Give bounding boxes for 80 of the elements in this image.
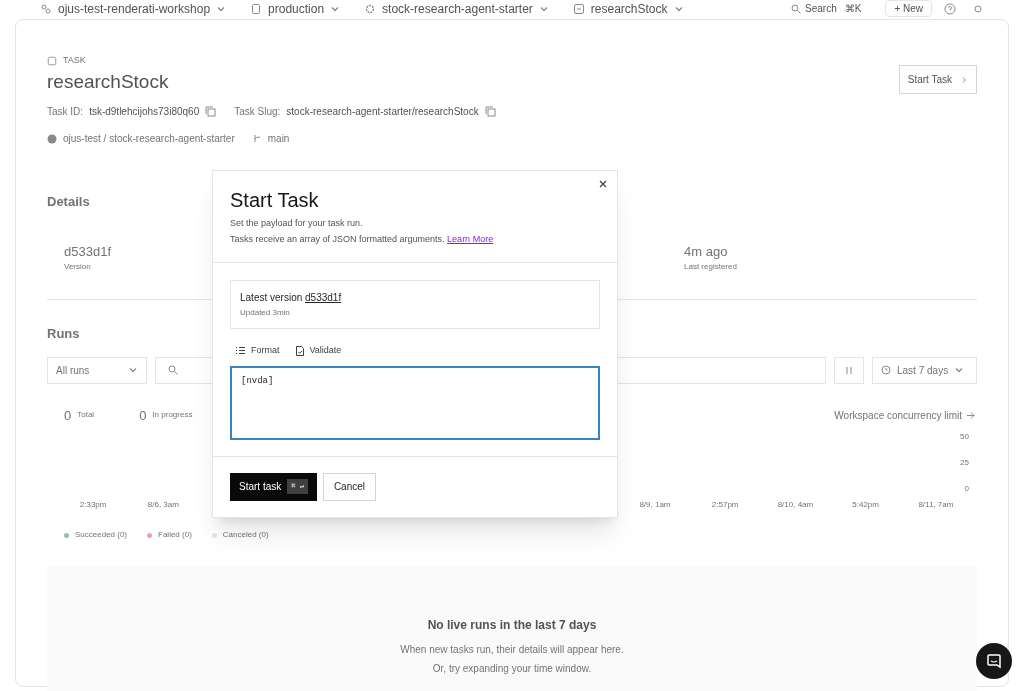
file-check-icon bbox=[295, 345, 304, 356]
learn-more-link[interactable]: Learn More bbox=[447, 233, 494, 244]
stat-value: 0 bbox=[64, 406, 72, 425]
version-link[interactable]: d533d1f bbox=[305, 292, 342, 303]
axis-label: 8/10, 4am bbox=[776, 499, 815, 511]
empty-state-text: When new tasks run, their details will appear here. bbox=[400, 643, 624, 657]
axis-label: 8/9, 1am bbox=[638, 499, 672, 511]
task-slug: stock-research-agent-starter/researchStock bbox=[286, 105, 479, 119]
section-heading: Runs bbox=[47, 325, 80, 343]
repository-link[interactable]: ojus-test / stock-research-agent-starter bbox=[63, 131, 235, 146]
clock-icon bbox=[881, 365, 891, 375]
breadcrumb-dropdown[interactable]: ojus-test-renderati-workshop bbox=[40, 0, 227, 18]
axis-tick: 50 bbox=[960, 431, 969, 443]
detail-value: 4m ago bbox=[684, 242, 728, 261]
arrow-right-icon bbox=[966, 410, 975, 420]
toolbar-button[interactable]: Validate bbox=[295, 344, 342, 358]
payload-editor[interactable]: [nvda] bbox=[230, 365, 600, 440]
concurrency-link[interactable]: Workspace concurrency limit bbox=[834, 407, 975, 423]
breadcrumb-dropdown[interactable]: stock-research-agent-starter bbox=[364, 0, 549, 18]
close-icon bbox=[599, 180, 607, 188]
gear-icon bbox=[364, 2, 377, 15]
dialog-title: Start Task bbox=[230, 188, 320, 213]
stat-label: Total bbox=[77, 409, 95, 422]
copy-icon[interactable] bbox=[484, 106, 496, 117]
branch-icon bbox=[252, 134, 262, 143]
runs-filter-dropdown[interactable]: All runs bbox=[47, 356, 147, 384]
pause-button[interactable] bbox=[834, 356, 864, 384]
updated-text: Updated 3min bbox=[240, 307, 291, 319]
copy-icon[interactable] bbox=[205, 106, 217, 117]
task-title: researchStock bbox=[47, 69, 169, 94]
legend-label: Canceled (0) bbox=[222, 529, 269, 541]
chevron-down-icon bbox=[954, 365, 965, 375]
axis-label: 8/11, 7am bbox=[917, 499, 955, 511]
cancel-button[interactable]: Cancel bbox=[322, 472, 377, 501]
section-label: TASK bbox=[63, 54, 86, 67]
search-icon bbox=[168, 365, 178, 375]
empty-state-title: No live runs in the last 7 days bbox=[427, 617, 597, 634]
breadcrumb-dropdown[interactable]: production bbox=[250, 0, 341, 18]
section-heading: Details bbox=[47, 193, 90, 211]
stat-label: In progress bbox=[152, 409, 193, 422]
close-button[interactable] bbox=[599, 180, 607, 188]
dialog-subtitle: Set the payload for your task run. bbox=[230, 217, 364, 230]
people-icon bbox=[40, 2, 52, 15]
task-icon bbox=[47, 55, 57, 66]
document-icon bbox=[250, 2, 263, 15]
github-icon bbox=[47, 133, 57, 144]
chat-button[interactable] bbox=[976, 643, 1012, 679]
branch-name: main bbox=[267, 132, 290, 146]
legend-label: Failed (0) bbox=[158, 529, 192, 541]
detail-label: Last registered bbox=[684, 261, 737, 273]
chat-icon bbox=[986, 653, 1002, 669]
axis-label: 8/6, 3am bbox=[146, 499, 180, 511]
axis-label: 2:57pm bbox=[710, 499, 740, 511]
task-id: tsk-d9tlehcijohs73i80q60 bbox=[89, 105, 200, 119]
search-icon bbox=[791, 3, 801, 14]
toolbar-button[interactable]: Format bbox=[236, 344, 280, 358]
legend-label: Succeeded (0) bbox=[75, 529, 128, 541]
chevron-down-icon bbox=[128, 365, 138, 375]
start-task-button[interactable]: Start Task bbox=[898, 65, 977, 95]
chevron-right-icon bbox=[960, 75, 968, 84]
axis-tick: 0 bbox=[964, 483, 969, 495]
search-button[interactable]: Search ⌘K bbox=[791, 1, 862, 16]
help-icon[interactable] bbox=[944, 2, 956, 15]
task-icon bbox=[572, 2, 585, 15]
empty-state-text: Or, try expanding your time window. bbox=[432, 662, 592, 676]
time-range-dropdown[interactable]: Last 7 days bbox=[872, 356, 977, 384]
stat-value: 0 bbox=[139, 406, 147, 425]
new-button[interactable]: + New bbox=[885, 0, 932, 17]
field-label: Task Slug: bbox=[234, 105, 281, 119]
axis-label: 2:33pm bbox=[78, 499, 108, 511]
field-label: Task ID: bbox=[47, 105, 84, 119]
list-icon bbox=[236, 346, 245, 356]
pause-icon bbox=[845, 365, 853, 375]
detail-value: d533d1f bbox=[64, 242, 111, 261]
version-label: Latest version bbox=[240, 292, 303, 303]
dialog-description: Tasks receive an array of JSON formatted arguments. bbox=[230, 233, 445, 244]
detail-label: Version bbox=[64, 261, 91, 273]
breadcrumb-dropdown[interactable]: researchStock bbox=[572, 0, 684, 18]
axis-tick: 25 bbox=[960, 457, 969, 469]
axis-label: 5:42pm bbox=[851, 499, 880, 511]
